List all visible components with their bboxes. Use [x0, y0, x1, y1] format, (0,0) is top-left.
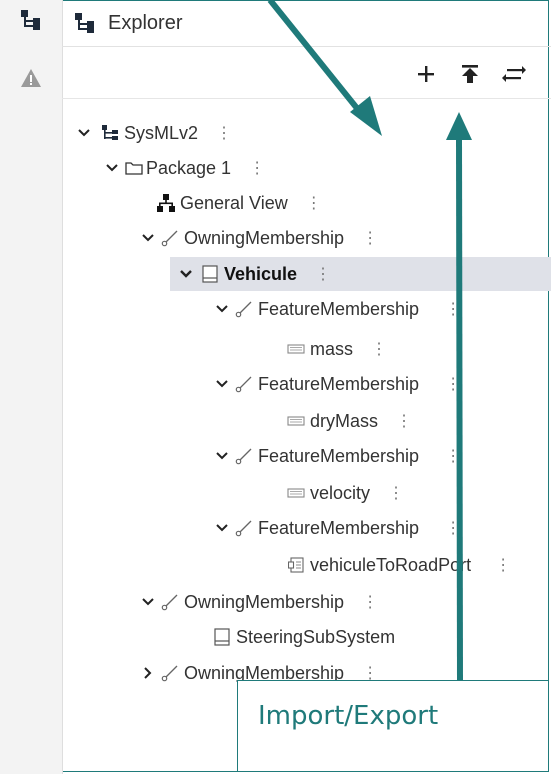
- explorer-header: Explorer: [62, 0, 551, 47]
- more-options-icon[interactable]: ⋮: [445, 299, 461, 319]
- membership-icon: [234, 518, 254, 538]
- tree-row[interactable]: dryMass ⋮: [62, 404, 551, 438]
- more-options-icon[interactable]: ⋮: [388, 483, 404, 503]
- explorer-tree: SysMLv2 ⋮ Package 1 ⋮ General View ⋮ Own…: [62, 98, 551, 775]
- more-options-icon[interactable]: ⋮: [362, 592, 378, 612]
- attribute-icon: [286, 483, 306, 503]
- more-options-icon[interactable]: ⋮: [445, 518, 461, 538]
- tree-item-label: SteeringSubSystem: [236, 626, 396, 647]
- swap-icon[interactable]: [498, 58, 530, 90]
- chevron-down-icon[interactable]: [102, 158, 122, 178]
- membership-icon: [160, 592, 180, 612]
- tree-item-label: velocity: [310, 482, 371, 503]
- more-options-icon[interactable]: ⋮: [306, 193, 322, 213]
- tree-item-label: Vehicule: [224, 263, 298, 284]
- tree-item-label: mass: [310, 338, 354, 359]
- tree-item-label: OwningMembership: [184, 591, 345, 612]
- tree-row[interactable]: SteeringSubSystem: [62, 620, 551, 654]
- more-options-icon[interactable]: ⋮: [362, 228, 378, 248]
- part-definition-icon: [212, 627, 232, 647]
- membership-icon: [160, 663, 180, 683]
- tree-item-label: FeatureMembership: [258, 298, 420, 319]
- part-definition-icon: [200, 264, 220, 284]
- chevron-down-icon[interactable]: [74, 123, 94, 143]
- tree-item-label: OwningMembership: [184, 227, 345, 248]
- chevron-down-icon[interactable]: [212, 299, 232, 319]
- tree-row[interactable]: velocity ⋮: [62, 476, 551, 510]
- model-tree-icon: [100, 123, 120, 143]
- chevron-down-icon[interactable]: [212, 518, 232, 538]
- membership-icon: [234, 374, 254, 394]
- tree-item-label: General View: [180, 192, 288, 213]
- membership-icon: [160, 228, 180, 248]
- tree-row[interactable]: mass ⋮: [62, 332, 551, 366]
- tree-row[interactable]: OwningMembership ⋮: [62, 585, 551, 619]
- tree-row-selected[interactable]: Vehicule ⋮: [170, 257, 551, 291]
- tree-row[interactable]: OwningMembership ⋮: [62, 221, 551, 255]
- callout-label: Import/Export: [258, 701, 439, 731]
- tree-row[interactable]: SysMLv2 ⋮: [62, 116, 551, 150]
- tree-item-label: FeatureMembership: [258, 373, 420, 394]
- tree-row[interactable]: Package 1 ⋮: [62, 151, 551, 185]
- tree-item-label: dryMass: [310, 410, 379, 431]
- page-title: Explorer: [108, 11, 183, 34]
- tree-row[interactable]: FeatureMembership ⋮: [62, 292, 551, 326]
- chevron-down-icon[interactable]: [138, 592, 158, 612]
- explorer-header-icon: [74, 12, 96, 34]
- more-options-icon[interactable]: ⋮: [445, 374, 461, 394]
- chevron-down-icon[interactable]: [212, 446, 232, 466]
- callout-box: Import/Export: [237, 680, 549, 772]
- more-options-icon[interactable]: ⋮: [249, 158, 265, 178]
- tree-row[interactable]: FeatureMembership ⋮: [62, 511, 551, 545]
- explorer-tree-icon[interactable]: [13, 2, 49, 38]
- explorer-toolbar: [62, 56, 551, 94]
- tree-item-label: FeatureMembership: [258, 445, 420, 466]
- chevron-down-icon[interactable]: [138, 228, 158, 248]
- chevron-down-icon[interactable]: [212, 374, 232, 394]
- left-rail: [0, 0, 63, 774]
- chevron-right-icon[interactable]: [138, 663, 158, 683]
- folder-icon: [124, 158, 144, 178]
- tree-row[interactable]: FeatureMembership ⋮: [62, 367, 551, 401]
- warning-icon[interactable]: [13, 60, 49, 96]
- tree-row[interactable]: General View ⋮: [62, 186, 551, 220]
- chevron-down-icon[interactable]: [176, 264, 196, 284]
- upload-icon[interactable]: [454, 58, 486, 90]
- more-options-icon[interactable]: ⋮: [495, 555, 511, 575]
- membership-icon: [234, 299, 254, 319]
- more-options-icon[interactable]: ⋮: [371, 339, 387, 359]
- tree-item-label: FeatureMembership: [258, 517, 420, 538]
- tree-row[interactable]: FeatureMembership ⋮: [62, 439, 551, 473]
- attribute-icon: [286, 339, 306, 359]
- more-options-icon[interactable]: ⋮: [445, 446, 461, 466]
- more-options-icon[interactable]: ⋮: [216, 123, 232, 143]
- tree-item-label: SysMLv2: [124, 122, 199, 143]
- more-options-icon[interactable]: ⋮: [396, 411, 412, 431]
- membership-icon: [234, 446, 254, 466]
- tree-item-label: Package 1: [146, 157, 232, 178]
- plus-icon[interactable]: [410, 58, 442, 90]
- more-options-icon[interactable]: ⋮: [315, 264, 331, 284]
- tree-item-label: vehiculeToRoadPort: [310, 554, 472, 575]
- attribute-icon: [286, 411, 306, 431]
- diagram-icon: [156, 193, 176, 213]
- tree-row[interactable]: vehiculeToRoadPort ⋮: [62, 548, 551, 582]
- port-icon: [286, 555, 306, 575]
